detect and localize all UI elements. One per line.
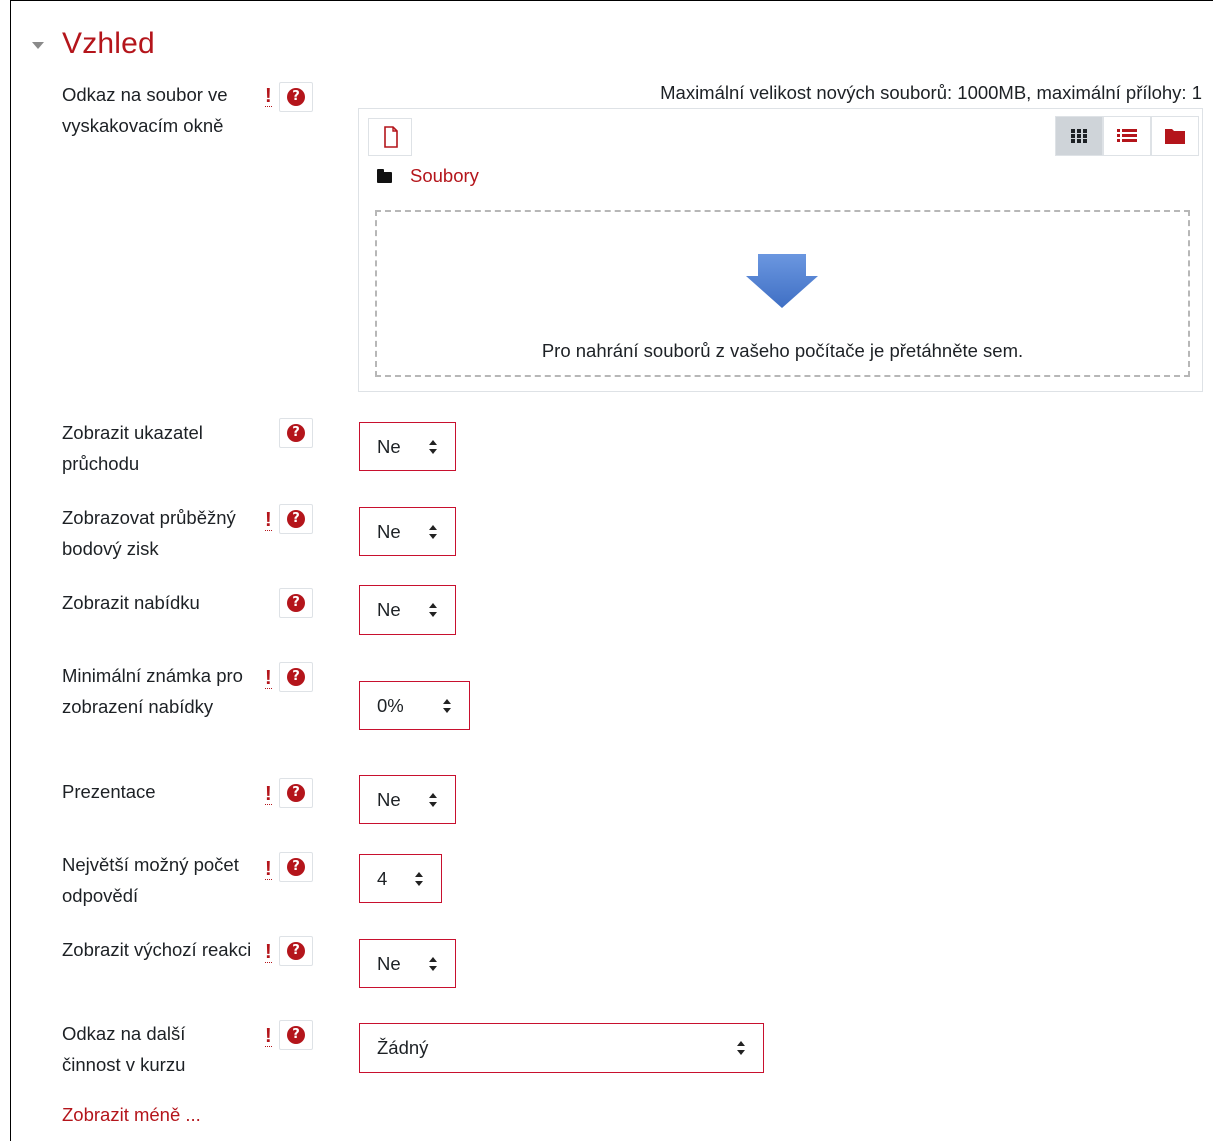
help-icon: ? — [287, 424, 305, 442]
view-tree-button[interactable] — [1151, 116, 1199, 156]
select-value: Žádný — [377, 1037, 429, 1058]
help-button[interactable]: ? — [279, 778, 313, 808]
max-answers-label: Největší možný počet odpovědí — [62, 854, 239, 906]
advanced-indicator-icon: ! — [265, 783, 272, 805]
display-menu-select[interactable]: Ne — [359, 585, 456, 635]
help-icon: ? — [287, 668, 305, 686]
help-button[interactable]: ? — [279, 82, 313, 112]
help-icon: ? — [287, 858, 305, 876]
file-icon — [384, 126, 398, 148]
help-button[interactable]: ? — [279, 1020, 313, 1050]
advanced-indicator-icon: ! — [265, 85, 272, 107]
drop-hint-text: Pro nahrání souborů z vašeho počítače je… — [541, 340, 1024, 361]
help-button[interactable]: ? — [279, 936, 313, 966]
help-icon: ? — [287, 594, 305, 612]
help-button[interactable]: ? — [279, 418, 313, 448]
section-header[interactable]: Vzhled — [32, 24, 155, 64]
default-feedback-label: Zobrazit výchozí reakci — [62, 939, 252, 960]
folder-path-link[interactable]: Soubory — [410, 165, 479, 187]
max-answers-select[interactable]: 4 — [359, 854, 442, 903]
view-switcher — [1055, 116, 1199, 156]
help-icon: ? — [287, 88, 305, 106]
drop-arrow-icon — [746, 254, 818, 308]
select-value: Ne — [377, 435, 401, 457]
advanced-indicator-icon: ! — [265, 667, 272, 689]
sort-arrows-icon — [415, 871, 423, 886]
select-value: Ne — [377, 520, 401, 542]
help-icon: ? — [287, 1026, 305, 1044]
next-activity-label: Odkaz na další činnost v kurzu — [62, 1023, 186, 1075]
max-size-info: Maximální velikost nových souborů: 1000M… — [660, 82, 1202, 103]
sort-arrows-icon — [737, 1041, 745, 1055]
sort-arrows-icon — [429, 439, 437, 454]
min-grade-select[interactable]: 0% — [359, 681, 470, 730]
ongoing-score-select[interactable]: Ne — [359, 507, 456, 556]
view-icons-button[interactable] — [1055, 116, 1103, 156]
sort-arrows-icon — [429, 956, 437, 971]
collapse-caret-icon[interactable] — [32, 41, 44, 49]
section-title: Vzhled — [62, 27, 155, 60]
next-activity-select[interactable]: Žádný — [359, 1023, 764, 1073]
help-icon: ? — [287, 510, 305, 528]
advanced-indicator-icon: ! — [265, 1025, 272, 1047]
view-list-button[interactable] — [1103, 116, 1151, 156]
show-less-link[interactable]: Zobrazit méně ... — [62, 1104, 201, 1126]
sort-arrows-icon — [429, 603, 437, 617]
display-menu-label: Zobrazit nabídku — [62, 592, 200, 613]
sort-arrows-icon — [429, 792, 437, 807]
help-button[interactable]: ? — [279, 588, 313, 618]
filepicker-label: Odkaz na soubor ve vyskakovacím okně — [62, 84, 228, 136]
list-icon — [1117, 129, 1137, 142]
ongoing-score-label: Zobrazovat průběžný bodový zisk — [62, 507, 236, 559]
help-button[interactable]: ? — [279, 852, 313, 882]
advanced-indicator-icon: ! — [265, 858, 272, 880]
help-icon: ? — [287, 784, 305, 802]
folder-icon — [1165, 129, 1185, 144]
select-value: Ne — [377, 788, 401, 810]
slideshow-label: Prezentace — [62, 781, 156, 802]
select-value: 0% — [377, 694, 404, 716]
select-value: Ne — [377, 952, 401, 974]
progress-bar-select[interactable]: Ne — [359, 422, 456, 471]
min-grade-label: Minimální známka pro zobrazení nabídky — [62, 665, 243, 717]
slideshow-select[interactable]: Ne — [359, 775, 456, 824]
folder-black-icon — [377, 169, 392, 183]
add-file-button[interactable] — [368, 118, 412, 156]
grid-icon — [1071, 129, 1087, 143]
select-value: 4 — [377, 867, 388, 889]
help-button[interactable]: ? — [279, 504, 313, 534]
advanced-indicator-icon: ! — [265, 941, 272, 963]
advanced-indicator-icon: ! — [265, 509, 272, 531]
progress-bar-label: Zobrazit ukazatel průchodu — [62, 422, 203, 474]
default-feedback-select[interactable]: Ne — [359, 939, 456, 988]
help-icon: ? — [287, 942, 305, 960]
sort-arrows-icon — [429, 524, 437, 539]
help-button[interactable]: ? — [279, 662, 313, 692]
select-value: Ne — [377, 599, 401, 620]
sort-arrows-icon — [443, 698, 451, 713]
